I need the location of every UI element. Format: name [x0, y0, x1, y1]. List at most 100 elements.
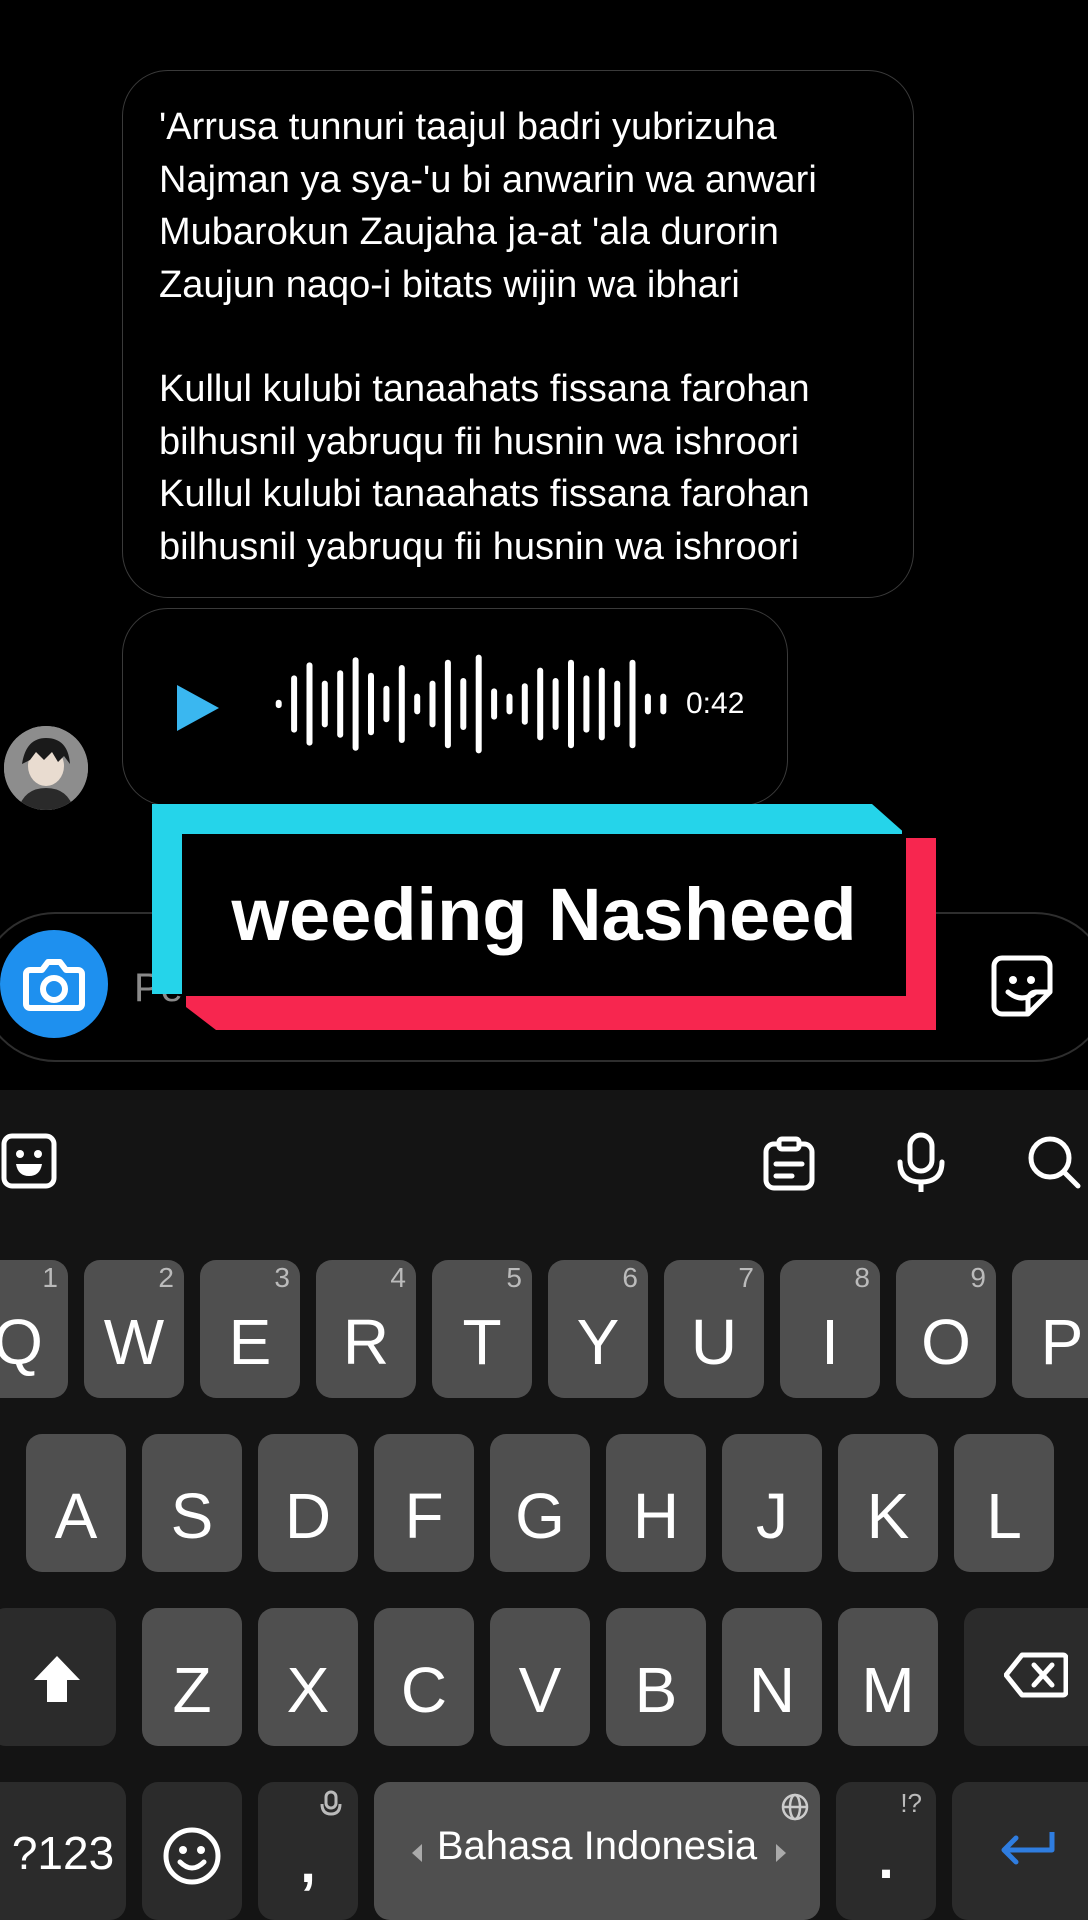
waveform-bar	[306, 662, 313, 746]
key-label: Q	[0, 1306, 43, 1378]
key-label: F	[404, 1480, 444, 1552]
key-t[interactable]: T5	[432, 1260, 532, 1398]
waveform-bar	[629, 659, 636, 749]
key-f[interactable]: F	[374, 1434, 474, 1572]
space-key[interactable]: Bahasa Indonesia	[374, 1782, 820, 1920]
key-w[interactable]: W2	[84, 1260, 184, 1398]
key-c[interactable]: C	[374, 1608, 474, 1746]
mic-icon[interactable]	[894, 1132, 948, 1194]
emoji-key[interactable]	[142, 1782, 242, 1920]
key-h[interactable]: H	[606, 1434, 706, 1572]
banner-title: weeding Nasheed	[231, 873, 857, 956]
camera-button[interactable]	[0, 930, 108, 1038]
shift-key[interactable]	[0, 1608, 116, 1746]
key-q[interactable]: Q1	[0, 1260, 68, 1398]
key-d[interactable]: D	[258, 1434, 358, 1572]
enter-icon	[1001, 1832, 1055, 1865]
key-number-hint: 9	[970, 1262, 986, 1293]
lyric-line: Mubarokun Zaujaha ja-at 'ala durorin	[159, 211, 779, 253]
key-label: K	[866, 1480, 910, 1552]
key-label: D	[284, 1480, 332, 1552]
key-u[interactable]: U7	[664, 1260, 764, 1398]
enter-key[interactable]	[952, 1782, 1088, 1920]
key-label: J	[756, 1480, 788, 1552]
symbols-key[interactable]: ?123	[0, 1782, 126, 1920]
key-p[interactable]: P	[1012, 1260, 1088, 1398]
key-label: O	[921, 1306, 971, 1378]
backspace-key[interactable]	[964, 1608, 1088, 1746]
sticker-icon[interactable]	[986, 950, 1058, 1022]
key-label: E	[228, 1306, 272, 1378]
key-l[interactable]: L	[954, 1434, 1054, 1572]
avatar[interactable]	[4, 726, 88, 810]
key-g[interactable]: G	[490, 1434, 590, 1572]
search-icon[interactable]	[1026, 1134, 1082, 1190]
clipboard-icon[interactable]	[762, 1136, 816, 1192]
waveform-bar	[337, 670, 344, 738]
waveform-bar	[598, 667, 605, 741]
play-icon[interactable]	[175, 683, 221, 733]
key-j[interactable]: J	[722, 1434, 822, 1572]
key-s[interactable]: S	[142, 1434, 242, 1572]
comma-key[interactable]: ,	[258, 1782, 358, 1920]
key-a[interactable]: A	[26, 1434, 126, 1572]
voice-duration: 0:42	[686, 687, 745, 720]
key-r[interactable]: R4	[316, 1260, 416, 1398]
lyric-line: Kullul kulubi tanaahats fissana farohan	[159, 368, 810, 410]
lyric-line: bilhusnil yabruqu fii husnin wa ishroori	[159, 420, 800, 463]
waveform-bar	[552, 678, 559, 730]
mic-hint-icon	[320, 1790, 342, 1816]
waveform-bar	[568, 659, 574, 749]
title-banner: weeding Nasheed	[152, 804, 936, 1030]
waveform[interactable]	[271, 649, 671, 759]
waveform-bar	[660, 693, 667, 715]
key-number-hint: 3	[274, 1262, 290, 1293]
key-o[interactable]: O9	[896, 1260, 996, 1398]
waveform-bar	[506, 693, 513, 715]
shift-icon	[34, 1656, 80, 1702]
lyric-spacer	[159, 311, 877, 363]
lyric-line: Zaujun naqo-i bitats wijin wa ibhari	[159, 263, 740, 306]
symbols-key-label: ?123	[11, 1827, 115, 1879]
key-label: L	[986, 1480, 1022, 1552]
waveform-bar	[321, 680, 328, 728]
key-k[interactable]: K	[838, 1434, 938, 1572]
waveform-bar	[275, 699, 282, 709]
waveform-bar	[521, 683, 528, 725]
key-e[interactable]: E3	[200, 1260, 300, 1398]
waveform-bar	[291, 675, 298, 733]
key-label: B	[634, 1654, 678, 1726]
key-x[interactable]: X	[258, 1608, 358, 1746]
key-label: I	[821, 1306, 839, 1378]
key-label: X	[286, 1654, 330, 1726]
voice-message-bubble[interactable]: 0:42	[122, 608, 788, 806]
message-bubble[interactable]: 'Arrusa tunnuri taajul badri yubrizuha Na…	[122, 70, 914, 598]
waveform-bar	[583, 675, 590, 733]
key-label: H	[632, 1480, 680, 1552]
emoji-icon[interactable]	[0, 1132, 58, 1190]
waveform-bar	[352, 657, 359, 751]
lyric-line: Kullul kulubi tanaahats fissana farohan	[159, 473, 810, 515]
key-label: C	[400, 1654, 448, 1726]
key-m[interactable]: M	[838, 1608, 938, 1746]
waveform-bar	[475, 654, 482, 754]
key-label: U	[690, 1306, 738, 1378]
key-n[interactable]: N	[722, 1608, 822, 1746]
lyric-line: 'Arrusa tunnuri taajul badri yubrizuha	[159, 106, 777, 148]
key-number-hint: 2	[158, 1262, 174, 1293]
waveform-bar	[383, 685, 390, 723]
key-z[interactable]: Z	[142, 1608, 242, 1746]
waveform-bar	[429, 680, 436, 728]
key-b[interactable]: B	[606, 1608, 706, 1746]
waveform-bar	[537, 667, 544, 741]
lyric-line: bilhusnil yabruqu fii husnin wa ishroori	[159, 525, 800, 568]
key-v[interactable]: V	[490, 1608, 590, 1746]
period-key[interactable]: !? .	[836, 1782, 936, 1920]
key-label: T	[462, 1306, 502, 1378]
key-label: S	[170, 1480, 214, 1552]
key-i[interactable]: I8	[780, 1260, 880, 1398]
key-number-hint: 7	[738, 1262, 754, 1293]
key-y[interactable]: Y6	[548, 1260, 648, 1398]
arrow-right-icon	[776, 1844, 786, 1862]
waveform-bar	[614, 680, 621, 728]
